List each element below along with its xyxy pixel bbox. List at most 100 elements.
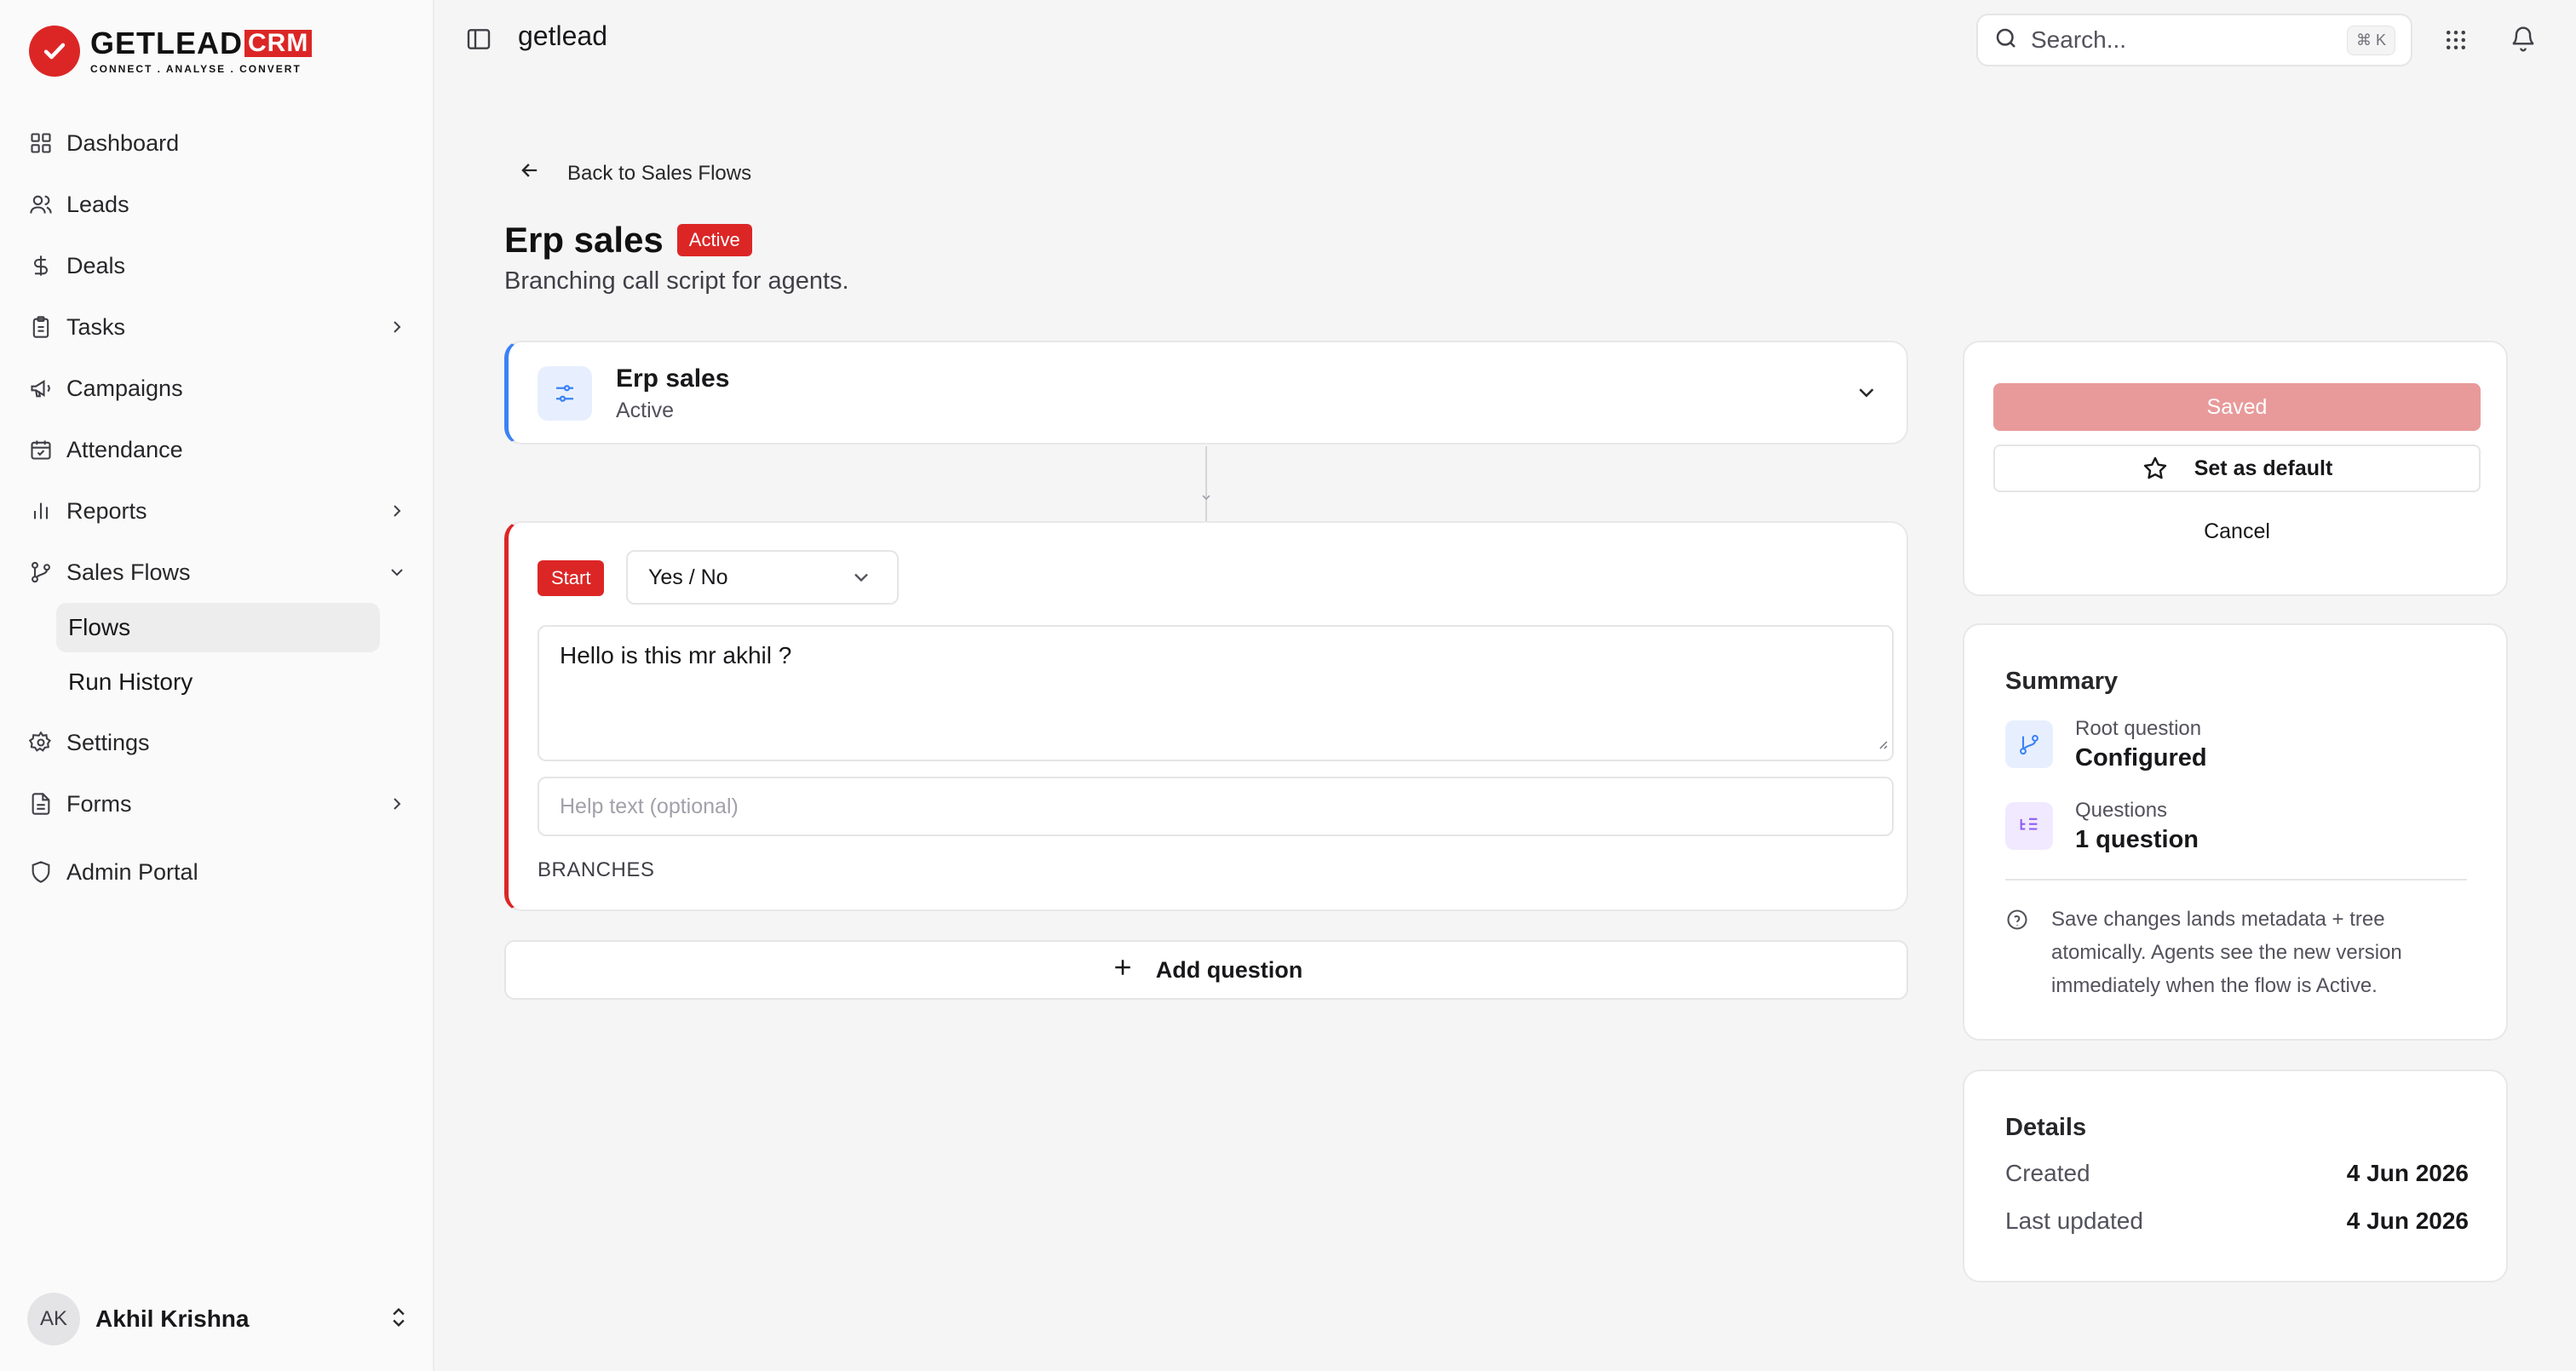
chevrons-up-down-icon (387, 1305, 411, 1334)
summary-root-question: Root question Configured (2005, 717, 2207, 772)
dollar-icon (27, 252, 55, 279)
user-name: Akhil Krishna (95, 1305, 250, 1332)
chevron-right-icon (383, 497, 411, 525)
summary-divider (2005, 879, 2467, 881)
page-title: Erp sales Active (504, 220, 752, 261)
branches-label: BRANCHES (538, 858, 655, 881)
arrow-left-icon (518, 158, 542, 188)
question-type-select[interactable]: Yes / No (626, 550, 899, 605)
details-card: Details Created 4 Jun 2026 Last updated … (1963, 1070, 2508, 1282)
plus-icon (1110, 955, 1136, 986)
calendar-icon (27, 436, 55, 463)
avatar: AK (27, 1293, 80, 1345)
sidebar-item-tasks[interactable]: Tasks (27, 296, 411, 358)
flow-title: Erp sales (504, 220, 664, 260)
sidebar-item-label: Dashboard (66, 129, 180, 156)
page-subtitle: Branching call script for agents. (504, 267, 849, 295)
add-question-label: Add question (1155, 956, 1303, 983)
help-circle-icon (2005, 908, 2029, 1002)
sidebar-item-label: Forms (66, 790, 132, 817)
sidebar-item-label: Campaigns (66, 375, 183, 401)
sidebar-item-admin-portal[interactable]: Admin Portal (27, 841, 411, 903)
git-branch-icon (2005, 720, 2053, 768)
details-title: Details (2005, 1114, 2087, 1141)
root-question-value: Configured (2075, 744, 2207, 772)
help-text-input[interactable]: Help text (optional) (538, 777, 1894, 836)
sidebar-item-dashboard[interactable]: Dashboard (27, 112, 411, 174)
summary-card: Summary Root question Configured Questio… (1963, 623, 2508, 1041)
sidebar-item-settings[interactable]: Settings (27, 712, 411, 773)
git-branch-icon (27, 559, 55, 586)
search-input[interactable]: Search... ⌘ K (1976, 14, 2412, 66)
check-logo-icon (29, 26, 80, 77)
cancel-button[interactable]: Cancel (1993, 509, 2481, 554)
details-created-row: Created 4 Jun 2026 (2005, 1160, 2469, 1187)
logo-main-text: GETLEAD (90, 25, 244, 60)
status-badge: Active (676, 224, 752, 256)
search-icon (1993, 26, 2019, 55)
sidebar-item-campaigns[interactable]: Campaigns (27, 358, 411, 419)
sidebar-item-attendance[interactable]: Attendance (27, 419, 411, 480)
sidebar-toggle-icon[interactable] (465, 26, 492, 57)
sidebar-item-deals[interactable]: Deals (27, 235, 411, 296)
question-card: Start Yes / No Hello is this mr akhil ? … (504, 521, 1908, 911)
saved-button[interactable]: Saved (1993, 383, 2481, 431)
apps-grid-icon[interactable] (2443, 27, 2469, 57)
chevron-right-icon (383, 790, 411, 817)
logo-crm-text: CRM (244, 29, 313, 57)
file-icon (27, 790, 55, 817)
sidebar-item-reports[interactable]: Reports (27, 480, 411, 542)
chevron-down-icon (849, 565, 873, 595)
sidebar-item-label: Reports (66, 497, 147, 524)
topbar: getlead Search... ⌘ K (436, 0, 2576, 80)
search-shortcut: ⌘ K (2346, 26, 2395, 55)
sidebar-subitem-flows[interactable]: Flows (56, 603, 380, 652)
summary-questions: Questions 1 question (2005, 799, 2199, 854)
created-label: Created (2005, 1160, 2090, 1186)
flow-header-card[interactable]: Erp sales Active (504, 341, 1908, 445)
bar-chart-icon (27, 497, 55, 525)
sidebar-subitem-run-history[interactable]: Run History (56, 657, 380, 707)
sidebar-item-forms[interactable]: Forms (27, 773, 411, 835)
actions-card: Saved Set as default Cancel (1963, 341, 2508, 596)
sidebar-item-sales-flows[interactable]: Sales Flows (27, 542, 411, 603)
clipboard-icon (27, 313, 55, 341)
sidebar-item-label: Tasks (66, 313, 126, 340)
resize-grip-icon[interactable] (1875, 729, 1889, 756)
chevron-down-icon[interactable] (1854, 380, 1879, 410)
users-icon (27, 191, 55, 218)
bell-icon[interactable] (2510, 26, 2537, 57)
questions-label: Questions (2075, 799, 2168, 822)
question-type-value: Yes / No (648, 565, 728, 589)
updated-value: 4 Jun 2026 (2346, 1208, 2469, 1234)
sidebar: GETLEAD CRM CONNECT . ANALYSE . CONVERT … (0, 0, 434, 1371)
set-as-default-button[interactable]: Set as default (1993, 445, 2481, 492)
sidebar-item-leads[interactable]: Leads (27, 174, 411, 235)
list-tree-icon (2005, 802, 2053, 850)
gear-icon (27, 729, 55, 756)
root-question-label: Root question (2075, 717, 2202, 740)
sidebar-nav: Dashboard Leads Deals Tasks Campaigns At… (27, 112, 411, 903)
logo-tagline: CONNECT . ANALYSE . CONVERT (90, 62, 302, 75)
shield-icon (27, 858, 55, 886)
updated-label: Last updated (2005, 1208, 2143, 1234)
user-menu[interactable]: AK Akhil Krishna (27, 1293, 411, 1345)
search-placeholder: Search... (2031, 26, 2127, 53)
flow-status: Active (616, 399, 675, 422)
question-text-value: Hello is this mr akhil ? (560, 642, 792, 668)
sliders-icon (538, 366, 592, 421)
add-question-button[interactable]: Add question (504, 940, 1908, 1000)
question-text-input[interactable]: Hello is this mr akhil ? (538, 625, 1894, 761)
sidebar-item-label: Attendance (66, 436, 183, 462)
brand-logo[interactable]: GETLEAD CRM CONNECT . ANALYSE . CONVERT (29, 25, 313, 77)
sales-flows-subnav: Flows Run History (56, 603, 411, 707)
sidebar-item-label: Deals (66, 252, 126, 278)
chevron-down-icon (383, 559, 411, 586)
start-badge: Start (538, 560, 605, 596)
grid-icon (27, 129, 55, 157)
back-to-sales-flows-link[interactable]: Back to Sales Flows (518, 158, 751, 188)
sidebar-item-label: Sales Flows (66, 559, 191, 585)
chevron-right-icon (383, 313, 411, 341)
save-info-text: Save changes lands metadata + tree atomi… (2051, 908, 2402, 997)
details-updated-row: Last updated 4 Jun 2026 (2005, 1208, 2469, 1235)
